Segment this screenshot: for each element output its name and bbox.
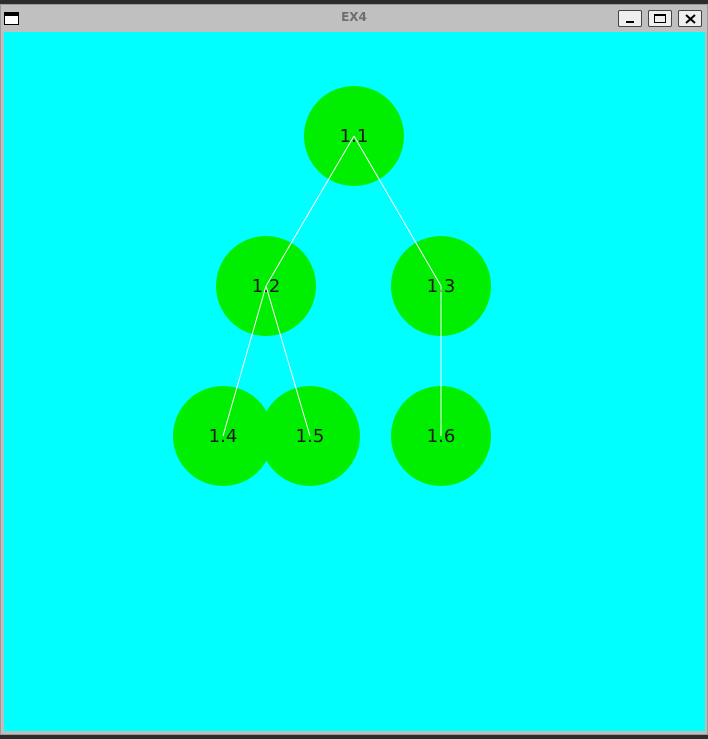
- tree-diagram: 1.11.2 1.31.4 1.5 1.6: [173, 86, 491, 486]
- tree-node-label: 1.4: [209, 426, 238, 447]
- minimize-button[interactable]: [618, 10, 642, 27]
- window-title: EX4: [341, 10, 367, 24]
- tree-node-label: 1.5: [296, 426, 325, 447]
- drawing-canvas[interactable]: 1.1 1.2 1.3 1.4 1.5 1.6: [4, 32, 705, 731]
- maximize-button[interactable]: [648, 10, 672, 27]
- close-button[interactable]: [678, 10, 702, 27]
- close-icon: [685, 14, 696, 24]
- app-window: EX4 1.1 1.2 1.3 1.4 1.5 1.6: [0, 4, 708, 735]
- title-bar[interactable]: EX4: [1, 5, 707, 32]
